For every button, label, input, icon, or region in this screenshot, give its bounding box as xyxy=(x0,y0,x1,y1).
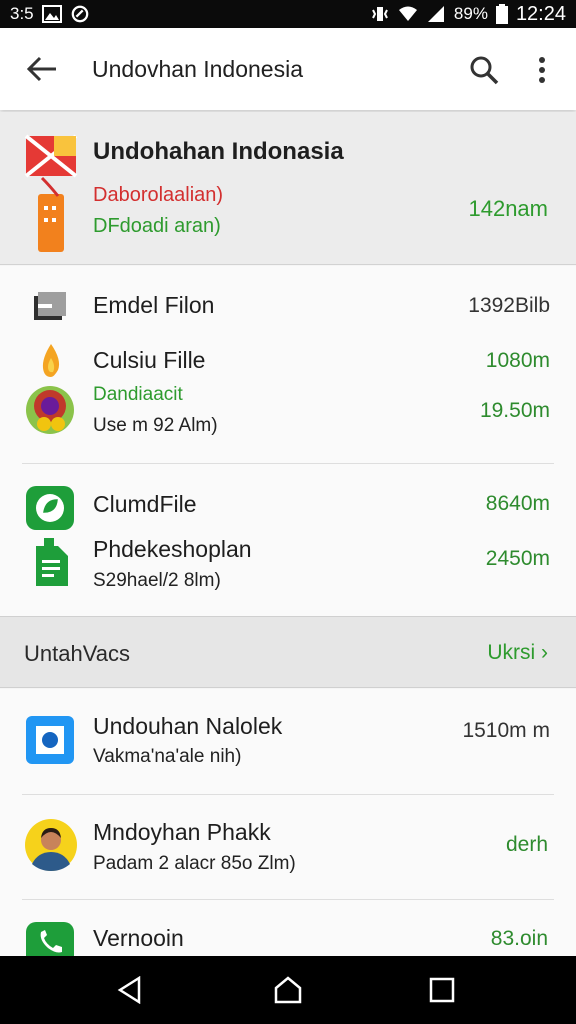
list-item-name[interactable]: Mndoyhan Phakk xyxy=(93,819,271,846)
leaf-app-icon xyxy=(26,486,74,530)
list-item-name[interactable]: Phdekeshoplan xyxy=(93,536,252,563)
status-left-text: 3:5 xyxy=(10,4,34,23)
clock: 12:24 xyxy=(515,2,566,25)
back-arrow-icon xyxy=(26,56,56,82)
list-item-size: 83.oin xyxy=(490,927,548,950)
divider xyxy=(22,899,554,900)
more-vert-icon xyxy=(539,57,545,83)
section-header: UntahVacs Ukrsi › xyxy=(0,616,576,688)
nav-back-button[interactable] xyxy=(108,970,152,1010)
see-all-label: Ukrsi xyxy=(487,641,536,664)
app-bar: Undovhan Indonesia xyxy=(0,28,576,110)
list-item-name[interactable]: Undouhan Nalolek xyxy=(93,713,282,740)
document-icon xyxy=(36,538,68,586)
avatar-icon xyxy=(25,819,77,871)
see-all-link[interactable]: Ukrsi › xyxy=(487,641,548,665)
indonesia-flag-icon xyxy=(24,134,78,252)
list-item-size: 1080m xyxy=(485,349,550,372)
battery-icon xyxy=(495,4,508,24)
list-item-name[interactable]: Culsiu Fille xyxy=(93,347,205,374)
flower-icon xyxy=(26,386,74,434)
featured-size: 142nam xyxy=(468,196,548,221)
featured-title: Undohahan Indonasia xyxy=(93,138,344,165)
more-options-button[interactable] xyxy=(524,50,560,90)
blue-square-app-icon xyxy=(26,716,74,764)
nav-home-icon xyxy=(274,976,302,1004)
flame-icon xyxy=(42,344,60,377)
battery-percent: 89% xyxy=(453,4,488,23)
nav-home-button[interactable] xyxy=(266,970,310,1010)
search-button[interactable] xyxy=(464,50,504,90)
nav-recents-icon xyxy=(429,977,455,1003)
chevron-right-icon: › xyxy=(541,641,548,664)
list-item-size: 1510m m xyxy=(462,719,550,742)
featured-item[interactable] xyxy=(0,112,576,265)
list-item-size: 2450m xyxy=(485,547,550,570)
list-item-name[interactable]: Vernooin xyxy=(93,925,184,952)
list-item-subtitle: S29hael/2 8lm) xyxy=(93,570,221,591)
list-item-name[interactable]: Emdel Filon xyxy=(93,292,214,319)
featured-subtitle-2: DFdoadi aran) xyxy=(93,215,221,237)
list-item-name[interactable]: ClumdFile xyxy=(93,491,197,518)
list-item-subtitle: Use m 92 Alm) xyxy=(93,415,218,436)
list-item-subtitle: Vakma'na'ale nih) xyxy=(93,746,242,767)
list-item-size: 1392Bilb xyxy=(468,294,550,317)
back-button[interactable] xyxy=(22,49,62,89)
nav-recents-button[interactable] xyxy=(420,970,464,1010)
phone-app-icon xyxy=(26,922,74,956)
file-group-2 xyxy=(0,464,576,616)
search-icon xyxy=(470,56,499,85)
list-item-size: 8640m xyxy=(485,492,550,515)
list-item-subtitle: Dandiaacit xyxy=(93,384,183,405)
signal-icon xyxy=(427,6,444,22)
page-title: Undovhan Indonesia xyxy=(92,55,303,82)
featured-subtitle-1: Daborolaalian) xyxy=(93,184,224,206)
file-box-icon xyxy=(34,292,66,320)
list-item-subtitle: Padam 2 alacr 85o Zlm) xyxy=(93,853,296,874)
status-bar: 3:5 89% 12:24 xyxy=(0,0,576,28)
list-item-size: derh xyxy=(505,833,548,856)
vibrate-icon xyxy=(372,7,388,21)
nav-back-icon xyxy=(117,976,141,1004)
list-item-size: 19.50m xyxy=(479,399,550,422)
navigation-bar xyxy=(0,956,576,1024)
sync-icon xyxy=(71,5,88,23)
gallery-icon xyxy=(41,5,62,23)
section-title: UntahVacs xyxy=(24,641,130,666)
divider xyxy=(22,794,554,795)
wifi-icon xyxy=(398,6,417,21)
